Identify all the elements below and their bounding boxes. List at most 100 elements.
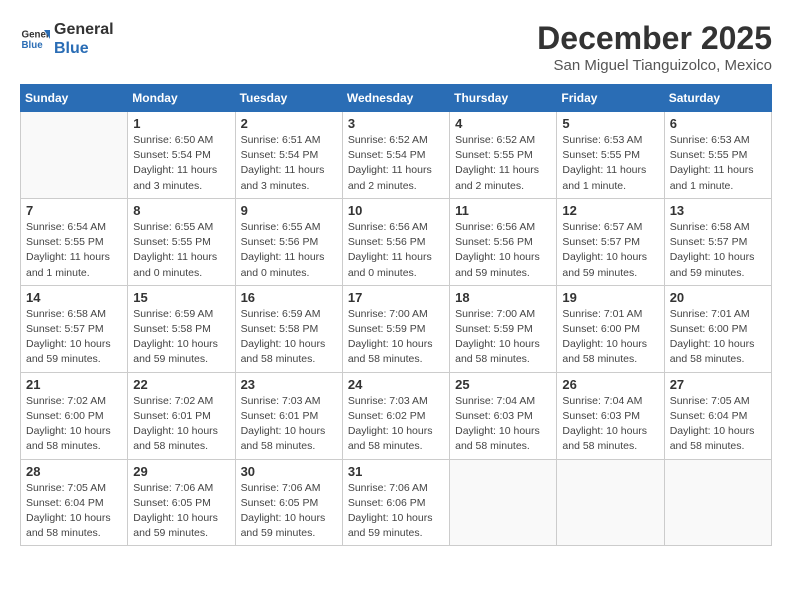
calendar-cell: 20 Sunrise: 7:01 AMSunset: 6:00 PMDayligh… [664,285,771,372]
calendar-cell: 15 Sunrise: 6:59 AMSunset: 5:58 PMDayligh… [128,285,235,372]
day-info: Sunrise: 6:59 AMSunset: 5:58 PMDaylight:… [133,307,229,368]
day-info: Sunrise: 6:54 AMSunset: 5:55 PMDaylight:… [26,220,122,281]
calendar-week-4: 21 Sunrise: 7:02 AMSunset: 6:00 PMDayligh… [21,372,772,459]
day-info: Sunrise: 6:56 AMSunset: 5:56 PMDaylight:… [348,220,444,281]
calendar-cell: 19Sunrise: 7:01 AMSunset: 6:00 PMDayligh… [557,285,664,372]
day-info: Sunrise: 7:05 AMSunset: 6:04 PMDaylight:… [26,481,122,542]
day-info: Sunrise: 6:53 AMSunset: 5:55 PMDaylight:… [670,133,766,194]
day-info: Sunrise: 7:00 AMSunset: 5:59 PMDaylight:… [348,307,444,368]
day-number: 20 [670,290,766,305]
header-thursday: Thursday [450,85,557,112]
day-info: Sunrise: 7:02 AMSunset: 6:01 PMDaylight:… [133,394,229,455]
day-number: 14 [26,290,122,305]
day-info: Sunrise: 6:57 AMSunset: 5:57 PMDaylight:… [562,220,658,281]
day-info: Sunrise: 7:01 AMSunset: 6:00 PMDaylight:… [670,307,766,368]
day-info: Sunrise: 6:58 AMSunset: 5:57 PMDaylight:… [26,307,122,368]
header-wednesday: Wednesday [342,85,449,112]
day-info: Sunrise: 7:00 AMSunset: 5:59 PMDaylight:… [455,307,551,368]
calendar-cell: 8Sunrise: 6:55 AMSunset: 5:55 PMDaylight… [128,198,235,285]
header-saturday: Saturday [664,85,771,112]
calendar-cell: 11 Sunrise: 6:56 AMSunset: 5:56 PMDayligh… [450,198,557,285]
day-number: 28 [26,464,122,479]
logo-line1: General [54,20,114,39]
day-info: Sunrise: 6:59 AMSunset: 5:58 PMDaylight:… [241,307,337,368]
header-tuesday: Tuesday [235,85,342,112]
day-number: 13 [670,203,766,218]
calendar-cell: 27 Sunrise: 7:05 AMSunset: 6:04 PMDayligh… [664,372,771,459]
day-number: 5 [562,116,658,131]
calendar-cell: 25 Sunrise: 7:04 AMSunset: 6:03 PMDayligh… [450,372,557,459]
day-number: 23 [241,377,337,392]
calendar-week-3: 14 Sunrise: 6:58 AMSunset: 5:57 PMDayligh… [21,285,772,372]
svg-text:Blue: Blue [22,40,44,51]
day-info: Sunrise: 7:05 AMSunset: 6:04 PMDaylight:… [670,394,766,455]
day-number: 12 [562,203,658,218]
day-info: Sunrise: 7:01 AMSunset: 6:00 PMDaylight:… [562,307,658,368]
calendar-cell: 6Sunrise: 6:53 AMSunset: 5:55 PMDaylight… [664,112,771,199]
day-number: 25 [455,377,551,392]
day-info: Sunrise: 7:03 AMSunset: 6:01 PMDaylight:… [241,394,337,455]
logo-line2: Blue [54,39,114,58]
day-number: 10 [348,203,444,218]
calendar-cell [450,459,557,546]
calendar-cell: 5 Sunrise: 6:53 AMSunset: 5:55 PMDaylight… [557,112,664,199]
header-friday: Friday [557,85,664,112]
day-number: 3 [348,116,444,131]
day-number: 27 [670,377,766,392]
calendar-cell: 4 Sunrise: 6:52 AMSunset: 5:55 PMDaylight… [450,112,557,199]
calendar-subtitle: San Miguel Tianguizolco, Mexico [537,57,772,74]
day-info: Sunrise: 6:52 AMSunset: 5:55 PMDaylight:… [455,133,551,194]
calendar-body: 1Sunrise: 6:50 AMSunset: 5:54 PMDaylight… [21,112,772,546]
calendar-cell: 10 Sunrise: 6:56 AMSunset: 5:56 PMDayligh… [342,198,449,285]
day-number: 1 [133,116,229,131]
calendar-cell [557,459,664,546]
day-number: 15 [133,290,229,305]
calendar-cell: 22 Sunrise: 7:02 AMSunset: 6:01 PMDayligh… [128,372,235,459]
day-info: Sunrise: 6:53 AMSunset: 5:55 PMDaylight:… [562,133,658,194]
day-info: Sunrise: 7:02 AMSunset: 6:00 PMDaylight:… [26,394,122,455]
calendar-cell: 16 Sunrise: 6:59 AMSunset: 5:58 PMDayligh… [235,285,342,372]
day-info: Sunrise: 6:52 AMSunset: 5:54 PMDaylight:… [348,133,444,194]
header-sunday: Sunday [21,85,128,112]
calendar-cell: 12 Sunrise: 6:57 AMSunset: 5:57 PMDayligh… [557,198,664,285]
day-info: Sunrise: 6:55 AMSunset: 5:55 PMDaylight:… [133,220,229,281]
day-number: 4 [455,116,551,131]
day-number: 26 [562,377,658,392]
day-info: Sunrise: 7:03 AMSunset: 6:02 PMDaylight:… [348,394,444,455]
day-number: 21 [26,377,122,392]
calendar-cell [21,112,128,199]
calendar-cell [664,459,771,546]
day-info: Sunrise: 7:04 AMSunset: 6:03 PMDaylight:… [455,394,551,455]
calendar-cell: 29 Sunrise: 7:06 AMSunset: 6:05 PMDayligh… [128,459,235,546]
calendar-title: December 2025 [537,20,772,57]
calendar-cell: 30Sunrise: 7:06 AMSunset: 6:05 PMDayligh… [235,459,342,546]
calendar-cell: 9 Sunrise: 6:55 AMSunset: 5:56 PMDaylight… [235,198,342,285]
calendar-cell: 31Sunrise: 7:06 AMSunset: 6:06 PMDayligh… [342,459,449,546]
header-monday: Monday [128,85,235,112]
day-info: Sunrise: 6:56 AMSunset: 5:56 PMDaylight:… [455,220,551,281]
calendar-cell: 21 Sunrise: 7:02 AMSunset: 6:00 PMDayligh… [21,372,128,459]
day-number: 17 [348,290,444,305]
calendar-cell: 7Sunrise: 6:54 AMSunset: 5:55 PMDaylight… [21,198,128,285]
day-number: 9 [241,203,337,218]
page-header: General Blue General Blue December 2025 … [20,20,772,74]
day-number: 24 [348,377,444,392]
day-info: Sunrise: 7:06 AMSunset: 6:05 PMDaylight:… [133,481,229,542]
calendar-cell: 26Sunrise: 7:04 AMSunset: 6:03 PMDayligh… [557,372,664,459]
calendar-header: Sunday Monday Tuesday Wednesday Thursday… [21,85,772,112]
day-number: 29 [133,464,229,479]
calendar-week-5: 28 Sunrise: 7:05 AMSunset: 6:04 PMDayligh… [21,459,772,546]
day-number: 22 [133,377,229,392]
day-number: 11 [455,203,551,218]
day-number: 18 [455,290,551,305]
calendar-week-1: 1Sunrise: 6:50 AMSunset: 5:54 PMDaylight… [21,112,772,199]
day-info: Sunrise: 6:51 AMSunset: 5:54 PMDaylight:… [241,133,337,194]
calendar-cell: 23 Sunrise: 7:03 AMSunset: 6:01 PMDayligh… [235,372,342,459]
day-number: 31 [348,464,444,479]
day-number: 16 [241,290,337,305]
logo: General Blue General Blue [20,20,114,58]
calendar-cell: 13Sunrise: 6:58 AMSunset: 5:57 PMDayligh… [664,198,771,285]
day-info: Sunrise: 6:55 AMSunset: 5:56 PMDaylight:… [241,220,337,281]
calendar-table: Sunday Monday Tuesday Wednesday Thursday… [20,84,772,546]
calendar-cell: 17 Sunrise: 7:00 AMSunset: 5:59 PMDayligh… [342,285,449,372]
